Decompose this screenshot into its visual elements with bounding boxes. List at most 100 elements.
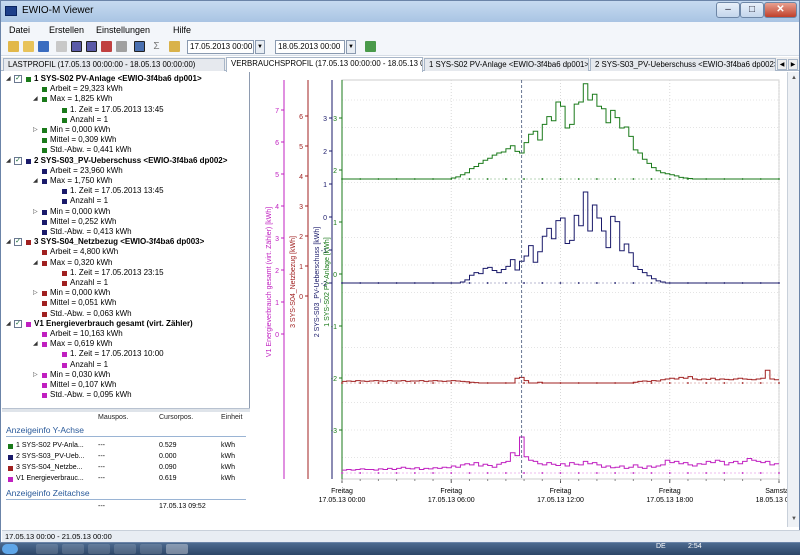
taskbar-ewio-icon[interactable] [166,544,188,554]
stat-bullet-icon [42,219,47,225]
from-date-input[interactable]: 17.05.2013 00:00 [187,40,254,54]
x-tick-day: Samstag [765,488,787,495]
stat-bullet-icon [62,362,67,368]
zoom-x-icon[interactable] [71,41,82,52]
app-logo-icon [5,6,17,16]
tree-collapse-icon[interactable]: ◢ [6,238,11,245]
language-indicator: DE [656,543,666,550]
tree-collapse-icon[interactable]: ◢ [6,157,11,164]
from-date-dropdown-icon[interactable]: ▼ [255,40,265,54]
stat-item: Anzahl = 1 [70,278,109,287]
tree-collapse-icon[interactable]: ◢ [6,320,11,327]
tree-collapse-icon[interactable]: ◢ [33,177,38,184]
to-date-input[interactable]: 18.05.2013 00:00 [275,40,345,54]
tab-verbrauchsprofil[interactable]: VERBRAUCHSPROFIL (17.05.13 00:00:00 - 18… [226,57,423,72]
channel-header[interactable]: 1 SYS-S02 PV-Anlage <EWIO-3f4ba6 dp001> [34,74,202,84]
close-button[interactable]: ✕ [764,2,797,18]
tab-sys-s03[interactable]: 2 SYS-S03_PV-Ueberschuss <EWIO-3f4ba6 dp… [590,58,776,71]
menu-einstellungen[interactable]: Einstellungen [96,25,150,35]
to-date-dropdown-icon[interactable]: ▼ [346,40,356,54]
series-zero-marker [341,382,343,384]
marker-icon[interactable] [101,41,112,52]
stat-bullet-icon [62,270,67,276]
taskbar-app-icon[interactable] [140,544,162,554]
tab-scroll-left-icon[interactable]: ◀ [777,59,787,70]
series-zero-marker [778,282,780,284]
stat-item: Std.-Abw. = 0,063 kWh [50,308,132,318]
tree-expand-icon[interactable]: ▷ [33,126,38,133]
y-axis-tick-label: 3 [299,204,303,211]
stat-bullet-icon [42,383,47,388]
channel-checkbox[interactable]: ✓ [14,75,22,83]
tree-collapse-icon[interactable]: ◢ [33,340,38,347]
series-zero-marker [559,178,562,180]
taskbar-media-icon[interactable] [88,544,110,554]
info-cursorpos: 0.090 [159,464,177,471]
tree-expand-icon[interactable]: ▷ [33,208,38,215]
series-zero-marker [377,178,380,180]
menu-datei[interactable]: Datei [9,25,30,35]
series-color-icon [26,158,31,164]
tree-expand-icon[interactable]: ▷ [33,289,38,296]
tree-expand-icon[interactable]: ▷ [33,371,38,378]
open-file-icon[interactable] [23,41,34,52]
scroll-up-icon[interactable]: ▲ [789,73,799,83]
series-zero-marker [395,382,398,384]
x-tick-date: 17.05.13 18:00 [646,497,693,504]
header-einheit: Einheit [221,414,243,421]
tab-scroll-right-icon[interactable]: ▶ [788,59,798,70]
series-zero-marker [668,178,671,180]
y-axis-tick-label: -3 [331,428,337,435]
y-axis-tick-label: 2 [333,168,337,175]
stat-item: Anzahl = 1 [70,359,109,369]
series-zero-marker [650,382,653,384]
tab-lastprofil[interactable]: LASTPROFIL (17.05.13 00:00:00 - 18.05.13… [3,58,225,71]
channel-checkbox[interactable]: ✓ [14,238,22,247]
channel-checkbox[interactable]: ✓ [14,156,22,165]
series-zero-marker [650,178,653,180]
excel-export-icon[interactable] [365,41,376,52]
cursor-icon[interactable] [134,41,145,52]
tree-collapse-icon[interactable]: ◢ [33,259,38,266]
series-zero-marker [377,282,380,284]
zoom-y-icon[interactable] [86,41,97,52]
taskbar-browser-icon[interactable] [114,544,136,554]
x-tick-day: Freitag [550,488,572,495]
tree-collapse-icon[interactable]: ◢ [6,75,11,82]
tab-sys-s02[interactable]: 1 SYS-S02 PV-Anlage <EWIO-3f4ba6 dp001> [424,58,589,71]
maximize-button[interactable]: □ [740,2,764,18]
channel-header[interactable]: V1 Energieverbrauch gesamt (virt. Zähler… [34,319,193,329]
open-folder-icon[interactable] [8,41,19,52]
stat-item: 1. Zeit = 17.05.2013 13:45 [70,186,164,196]
stat-item: Anzahl = 1 [70,196,109,206]
channel-header[interactable]: 3 SYS-S04_Netzbezug <EWIO-3f4ba6 dp003> [34,237,204,247]
channel-checkbox[interactable]: ✓ [14,319,22,328]
channel-header[interactable]: 2 SYS-S03_PV-Ueberschuss <EWIO-3f4ba6 dp… [34,156,227,166]
taskbar-explorer-icon[interactable] [36,544,58,554]
scroll-down-icon[interactable]: ▼ [789,514,799,524]
link-icon[interactable] [116,41,127,52]
stat-bullet-icon [42,250,47,256]
y-axis-info-title: Anzeigeinfo Y-Achse [6,425,84,435]
menu-erstellen[interactable]: Erstellen [49,25,84,35]
series-zero-marker [723,178,726,180]
vertical-scrollbar[interactable]: ▲ ▼ [787,72,799,527]
taskbar-folder-icon[interactable] [62,544,84,554]
series-zero-marker [632,282,635,284]
series-color-icon [8,444,13,449]
stat-bullet-icon [42,342,47,348]
series-zero-marker [577,382,580,384]
minimize-button[interactable]: – [716,2,740,18]
stat-item: Mittel = 0,051 kWh [50,298,117,308]
save-icon[interactable] [38,41,49,52]
start-button-icon[interactable] [2,544,18,554]
menu-hilfe[interactable]: Hilfe [173,25,191,35]
export-icon[interactable] [169,41,180,52]
chart-area[interactable]: Freitag 17.05.13 00:00 Freitag 17.05.13 06:… [256,72,800,527]
cut-icon[interactable] [56,41,67,52]
sum-icon[interactable]: Σ [151,41,162,52]
tree-collapse-icon[interactable]: ◢ [33,95,38,102]
series-zero-marker [486,472,489,474]
chart-svg[interactable]: Freitag 17.05.13 00:00 Freitag 17.05.13 06:… [256,72,800,527]
title-bar[interactable]: EWIO-M Viewer – □ ✕ [1,1,799,22]
